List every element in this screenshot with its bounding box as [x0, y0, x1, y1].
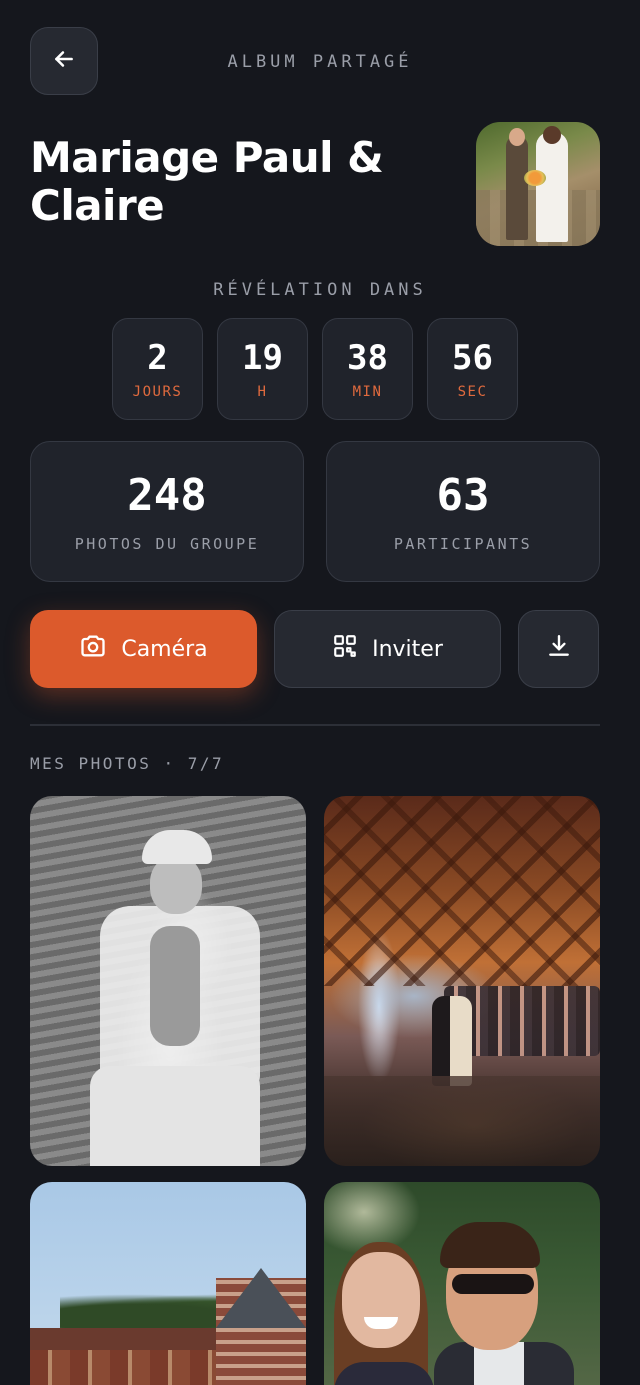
qr-code-icon	[332, 633, 358, 665]
countdown-value: 2	[147, 338, 168, 378]
countdown-minutes: 38 MIN	[322, 318, 413, 420]
stat-value: 63	[436, 469, 490, 521]
countdown-seconds: 56 SEC	[427, 318, 518, 420]
album-cover-image[interactable]	[476, 122, 600, 246]
download-icon	[546, 633, 572, 665]
stat-label: PHOTOS DU GROUPE	[74, 534, 260, 553]
countdown-unit: JOURS	[132, 384, 183, 400]
photo-thumbnail[interactable]	[30, 1182, 306, 1385]
camera-button[interactable]: Caméra	[30, 610, 257, 688]
countdown-value: 56	[452, 338, 493, 378]
camera-icon	[79, 632, 107, 666]
stat-participants: 63 PARTICIPANTS	[326, 441, 600, 582]
invite-button-label: Inviter	[372, 636, 443, 662]
countdown-days: 2 JOURS	[112, 318, 203, 420]
countdown-value: 38	[347, 338, 388, 378]
header-label: ALBUM PARTAGÉ	[227, 52, 413, 72]
camera-button-label: Caméra	[121, 636, 208, 662]
countdown-value: 19	[242, 338, 283, 378]
stats-row: 248 PHOTOS DU GROUPE 63 PARTICIPANTS	[30, 441, 600, 582]
action-row: Caméra Inviter	[30, 610, 599, 688]
countdown-unit: H	[257, 384, 268, 400]
countdown-unit: SEC	[457, 384, 488, 400]
divider	[30, 724, 600, 726]
countdown-unit: MIN	[352, 384, 383, 400]
countdown-hours: 19 H	[217, 318, 308, 420]
my-photos-label: MES PHOTOS · 7/7	[30, 754, 225, 773]
reveal-label: RÉVÉLATION DANS	[213, 280, 427, 300]
album-title: Mariage Paul & Claire	[30, 133, 384, 230]
download-button[interactable]	[518, 610, 599, 688]
photo-thumbnail[interactable]	[324, 1182, 600, 1385]
countdown: 2 JOURS 19 H 38 MIN 56 SEC	[112, 318, 518, 420]
stat-group-photos: 248 PHOTOS DU GROUPE	[30, 441, 304, 582]
invite-button[interactable]: Inviter	[274, 610, 501, 688]
stat-value: 248	[127, 469, 207, 521]
photo-thumbnail[interactable]	[324, 796, 600, 1166]
stat-label: PARTICIPANTS	[393, 534, 533, 553]
photo-thumbnail[interactable]	[30, 796, 306, 1166]
